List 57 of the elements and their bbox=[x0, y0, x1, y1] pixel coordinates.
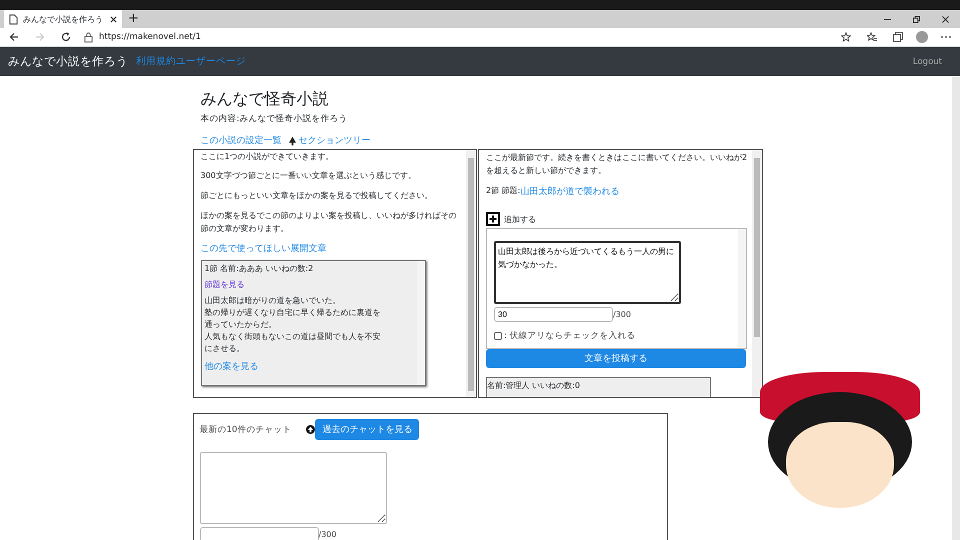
chat-input[interactable] bbox=[200, 452, 386, 524]
development-link[interactable]: この先で使ってほしい展開文章 bbox=[200, 242, 462, 255]
chat-label: 最新の10件のチャット bbox=[200, 424, 292, 436]
site-brand[interactable]: みんなで小説を作ろう bbox=[8, 54, 128, 69]
tree-icon bbox=[288, 136, 296, 146]
notice-text: ここが最新節です。続きを書くときはここに書いてください。いいねが2を超えると新しい節ができます。 bbox=[486, 152, 748, 177]
section-title-link[interactable]: 節題を見る bbox=[204, 279, 414, 290]
character-limit: /300 bbox=[613, 310, 631, 319]
restore-icon[interactable] bbox=[913, 16, 920, 23]
section-title-link[interactable]: 山田太郎が道で襲われる bbox=[520, 185, 620, 198]
page-icon bbox=[9, 14, 18, 24]
collections-icon[interactable] bbox=[893, 32, 903, 42]
paragraph: ここに1つの小説ができていきます。 bbox=[200, 151, 335, 163]
section-label: 2節 節題: bbox=[486, 185, 520, 197]
section-tree-link[interactable]: セクションツリー bbox=[298, 134, 370, 147]
past-chat-button[interactable]: 過去のチャットを見る bbox=[315, 419, 420, 440]
tab-title: みんなで小説を作ろう bbox=[23, 14, 104, 24]
arrow-up-circle-icon bbox=[306, 425, 316, 434]
paragraph: 節ごとにもっといい文章をほかの案を見るで投稿してください。 bbox=[200, 190, 434, 202]
scrollbar[interactable] bbox=[466, 150, 476, 397]
scrollbar[interactable] bbox=[738, 229, 746, 348]
section-header: 1節 名前:あああ いいねの数:2 bbox=[204, 263, 314, 274]
other-drafts-link[interactable]: 他の案を見る bbox=[204, 360, 414, 373]
section-text: 山田太郎は暗がりの道を急いでいた。 塾の帰りが遅くなり自宅に早く帰るために裏道を 通っていたからだ。 人気もなく街頭もないこの道は昼間でも人を不安 にさせる。 bbox=[204, 295, 382, 355]
logout-link[interactable]: Logout bbox=[912, 56, 942, 66]
scrollbar[interactable] bbox=[416, 261, 424, 385]
character-limit: /300 bbox=[318, 530, 336, 539]
nav-link[interactable]: 利用規約 bbox=[136, 55, 176, 68]
minimize-icon[interactable] bbox=[884, 16, 891, 23]
scrollbar[interactable] bbox=[952, 77, 960, 540]
character-count-field[interactable]: 30 bbox=[494, 307, 613, 322]
close-icon[interactable] bbox=[942, 16, 949, 23]
reload-icon[interactable] bbox=[61, 32, 71, 42]
browser-tab[interactable]: みんなで小説を作ろう bbox=[4, 10, 122, 28]
nav-link[interactable]: ユーザーページ bbox=[176, 55, 246, 68]
avatar-icon[interactable] bbox=[916, 31, 928, 43]
scrollbar[interactable] bbox=[752, 150, 762, 397]
entry-header: 名前:管理人 いいねの数:0 bbox=[487, 380, 582, 391]
paragraph: 300文字づつ節ごとに一番いい文章を選ぶという感じです。 bbox=[200, 170, 417, 182]
submit-button[interactable]: 文章を投稿する bbox=[486, 349, 746, 368]
new-tab-button[interactable]: + bbox=[122, 10, 145, 28]
checkbox-label: : 伏線アリならチェックを入れる bbox=[504, 330, 636, 342]
url-field[interactable]: https://makenovel.net/1 bbox=[99, 32, 201, 42]
paragraph: ほかの案を見るでこの節のよりよい案を投稿し、いいねが多ければその節の文章が変わります。 bbox=[200, 210, 458, 235]
back-icon[interactable] bbox=[9, 32, 19, 42]
novel-title: みんなで怪奇小説 bbox=[200, 88, 330, 110]
settings-link[interactable]: この小説の設定一覧 bbox=[200, 134, 282, 147]
plus-icon[interactable] bbox=[486, 212, 500, 226]
character-count-field[interactable] bbox=[200, 527, 318, 540]
add-label: 追加する bbox=[504, 214, 536, 224]
lock-icon bbox=[84, 32, 93, 42]
close-icon[interactable] bbox=[110, 16, 117, 22]
star-icon[interactable] bbox=[841, 32, 851, 42]
checkbox[interactable] bbox=[494, 332, 502, 340]
favorites-icon[interactable] bbox=[867, 32, 877, 42]
novel-description: 本の内容:みんなで怪奇小説を作ろう bbox=[200, 113, 348, 125]
draft-input[interactable]: 山田太郎は後ろから近づいてくるもう一人の男に気づかなかった。 bbox=[494, 241, 681, 304]
